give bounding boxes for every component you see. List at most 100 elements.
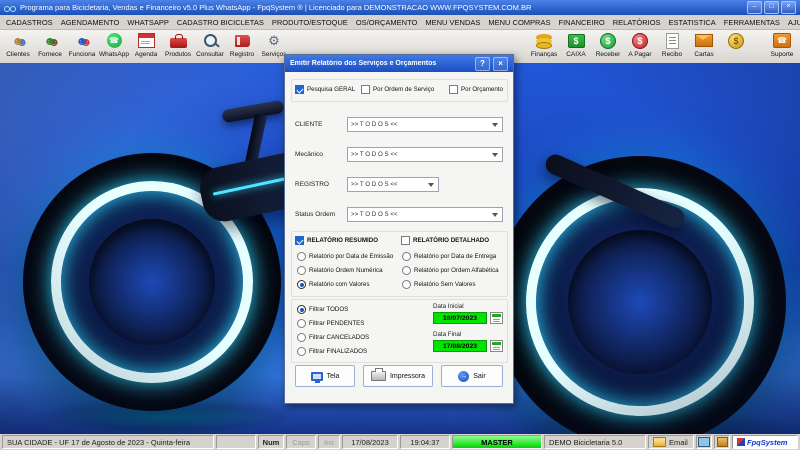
pesquisa-geral-checkbox[interactable]: Pesquisa GERAL — [295, 85, 355, 94]
status-ordem-value: >> T O D O S << — [351, 211, 398, 218]
whatsapp-icon — [107, 33, 122, 48]
toolbar-consultar[interactable]: Consultar — [194, 31, 226, 63]
status-box-indicator — [714, 435, 730, 449]
toolbar-label: Agenda — [135, 51, 157, 58]
toolbar-receber[interactable]: Receber — [592, 31, 624, 63]
status-email[interactable]: Email — [648, 435, 694, 449]
menu-ajuda[interactable]: AJUDA — [784, 18, 800, 27]
minimize-button[interactable] — [747, 1, 762, 14]
registro-value: >> T O D O S << — [351, 181, 398, 188]
toolbar-fornecedores[interactable]: ☻ Fornece — [34, 31, 66, 63]
status-caps: Caps — [286, 435, 316, 449]
menu-produto-estoque[interactable]: PRODUTO/ESTOQUE — [268, 18, 352, 27]
gear-icon — [268, 34, 280, 47]
status-pc-indicator — [696, 435, 712, 449]
search-icon — [204, 34, 217, 47]
menu-ferramentas[interactable]: FERRAMENTAS — [720, 18, 784, 27]
menu-relatorios[interactable]: RELATÓRIOS — [609, 18, 665, 27]
radio-com-valores[interactable]: Relatório com Valores — [297, 280, 369, 289]
close-button[interactable] — [781, 1, 796, 14]
status-ordem-label: Status Ordem — [295, 211, 335, 218]
checkbox-label: RELATÓRIO RESUMIDO — [307, 237, 378, 244]
menu-whatsapp[interactable]: WHATSAPP — [123, 18, 173, 27]
toolbar-label: CAIXA — [566, 51, 586, 58]
window-title: Programa para Bicicletaria, Vendas e Fin… — [20, 3, 531, 12]
package-icon — [717, 437, 728, 447]
toolbar-label: Cartas — [694, 51, 713, 58]
toolbar-moedas[interactable] — [720, 31, 752, 63]
toolbar-clientes[interactable]: ☻ Clientes — [2, 31, 34, 63]
toolbar-financas[interactable]: Finanças — [528, 31, 560, 63]
radio-dot — [297, 252, 306, 261]
sair-button[interactable]: Sair — [441, 365, 503, 387]
toolbar-funcionarios[interactable]: ☻ Funciona — [66, 31, 98, 63]
dialog-help-button[interactable] — [475, 57, 490, 71]
radio-data-emissao[interactable]: Relatório por Data de Emissão — [297, 252, 393, 261]
brand-label: FpqSystem — [747, 438, 787, 447]
book-icon — [235, 35, 250, 47]
data-final-calendar-button[interactable] — [490, 340, 503, 352]
employees-icon: ☻ — [76, 35, 89, 47]
support-icon — [773, 33, 791, 48]
radio-dot — [297, 305, 306, 314]
menu-financeiro[interactable]: FINANCEIRO — [554, 18, 608, 27]
data-inicial-calendar-button[interactable] — [490, 312, 503, 324]
cliente-select[interactable]: >> T O D O S << — [347, 117, 503, 132]
menu-agendamento[interactable]: AGENDAMENTO — [57, 18, 124, 27]
mecanico-select[interactable]: >> T O D O S << — [347, 147, 503, 162]
toolbar-caixa[interactable]: CAIXA — [560, 31, 592, 63]
toolbar-suporte[interactable]: Suporte — [766, 31, 798, 63]
ordem-servico-checkbox[interactable]: Por Ordem de Serviço — [361, 85, 434, 94]
radio-filtrar-finalizados[interactable]: Filtrar FINALIZADOS — [297, 347, 367, 356]
resumido-checkbox[interactable]: RELATÓRIO RESUMIDO — [295, 236, 378, 245]
radio-data-entrega[interactable]: Relatório por Data de Entrega — [402, 252, 496, 261]
data-final-label: Data Final — [433, 331, 461, 338]
radio-sem-valores[interactable]: Relatório Sem Valores — [402, 280, 475, 289]
status-master-badge: MASTER — [452, 435, 542, 449]
menu-cadastros[interactable]: CADASTROS — [2, 18, 57, 27]
radio-ordem-alfabetica[interactable]: Relatório por Ordem Alfabética — [402, 266, 499, 275]
menu-os-orcamento[interactable]: OS/ORÇAMENTO — [352, 18, 422, 27]
registro-select[interactable]: >> T O D O S << — [347, 177, 439, 192]
calendar-icon — [138, 33, 155, 48]
toolbar-produtos[interactable]: Produtos — [162, 31, 194, 63]
cashbox-icon — [568, 34, 585, 48]
menu-bar: CADASTROS AGENDAMENTO WHATSAPP CADASTRO … — [0, 15, 800, 30]
status-app-name: DEMO Bicicletaria 5.0 — [544, 435, 646, 449]
status-time: 19:04:37 — [400, 435, 450, 449]
dialog-close-icon[interactable] — [493, 57, 508, 71]
menu-vendas[interactable]: MENU VENDAS — [421, 18, 484, 27]
radio-dot — [402, 280, 411, 289]
menu-compras[interactable]: MENU COMPRAS — [484, 18, 554, 27]
menu-cadastro-bicicletas[interactable]: CADASTRO BICICLETAS — [173, 18, 268, 27]
radio-filtrar-cancelados[interactable]: Filtrar CANCELADOS — [297, 333, 369, 342]
status-ordem-select[interactable]: >> T O D O S << — [347, 207, 503, 222]
toolbar-label: Serviços — [262, 51, 287, 58]
receipt-icon — [666, 33, 679, 49]
radio-filtrar-todos[interactable]: Filtrar TODOS — [297, 305, 348, 314]
toolbar-label: Funciona — [69, 51, 96, 58]
toolbar-agenda[interactable]: Agenda — [130, 31, 162, 63]
checkbox-label: RELATÓRIO DETALHADO — [413, 237, 489, 244]
toolbar-recibo[interactable]: Recibo — [656, 31, 688, 63]
data-final-input[interactable]: 17/08/2023 — [433, 340, 487, 352]
radio-filtrar-pendentes[interactable]: Filtrar PENDENTES — [297, 319, 364, 328]
printer-icon — [371, 371, 386, 381]
impressora-button[interactable]: Impressora — [363, 365, 433, 387]
data-inicial-input[interactable]: 18/07/2023 — [433, 312, 487, 324]
title-bar: Programa para Bicicletaria, Vendas e Fin… — [0, 0, 800, 15]
toolbar-a-pagar[interactable]: A Pagar — [624, 31, 656, 63]
toolbar-registro[interactable]: Registro — [226, 31, 258, 63]
checkbox-box — [361, 85, 370, 94]
menu-estatistica[interactable]: ESTATISTICA — [665, 18, 720, 27]
toolbar-label: Recibo — [662, 51, 682, 58]
maximize-button[interactable] — [764, 1, 779, 14]
detalhado-checkbox[interactable]: RELATÓRIO DETALHADO — [401, 236, 489, 245]
dialog-title: Emitir Relatório dos Serviços e Orçament… — [290, 60, 472, 67]
tela-button[interactable]: Tela — [295, 365, 355, 387]
data-final-value: 17/08/2023 — [443, 343, 477, 350]
toolbar-whatsapp[interactable]: WhatsApp — [98, 31, 130, 63]
orcamento-checkbox[interactable]: Por Orçamento — [449, 85, 503, 94]
toolbar-cartas[interactable]: Cartas — [688, 31, 720, 63]
radio-ordem-numerica[interactable]: Relatório Ordem Numérica — [297, 266, 383, 275]
